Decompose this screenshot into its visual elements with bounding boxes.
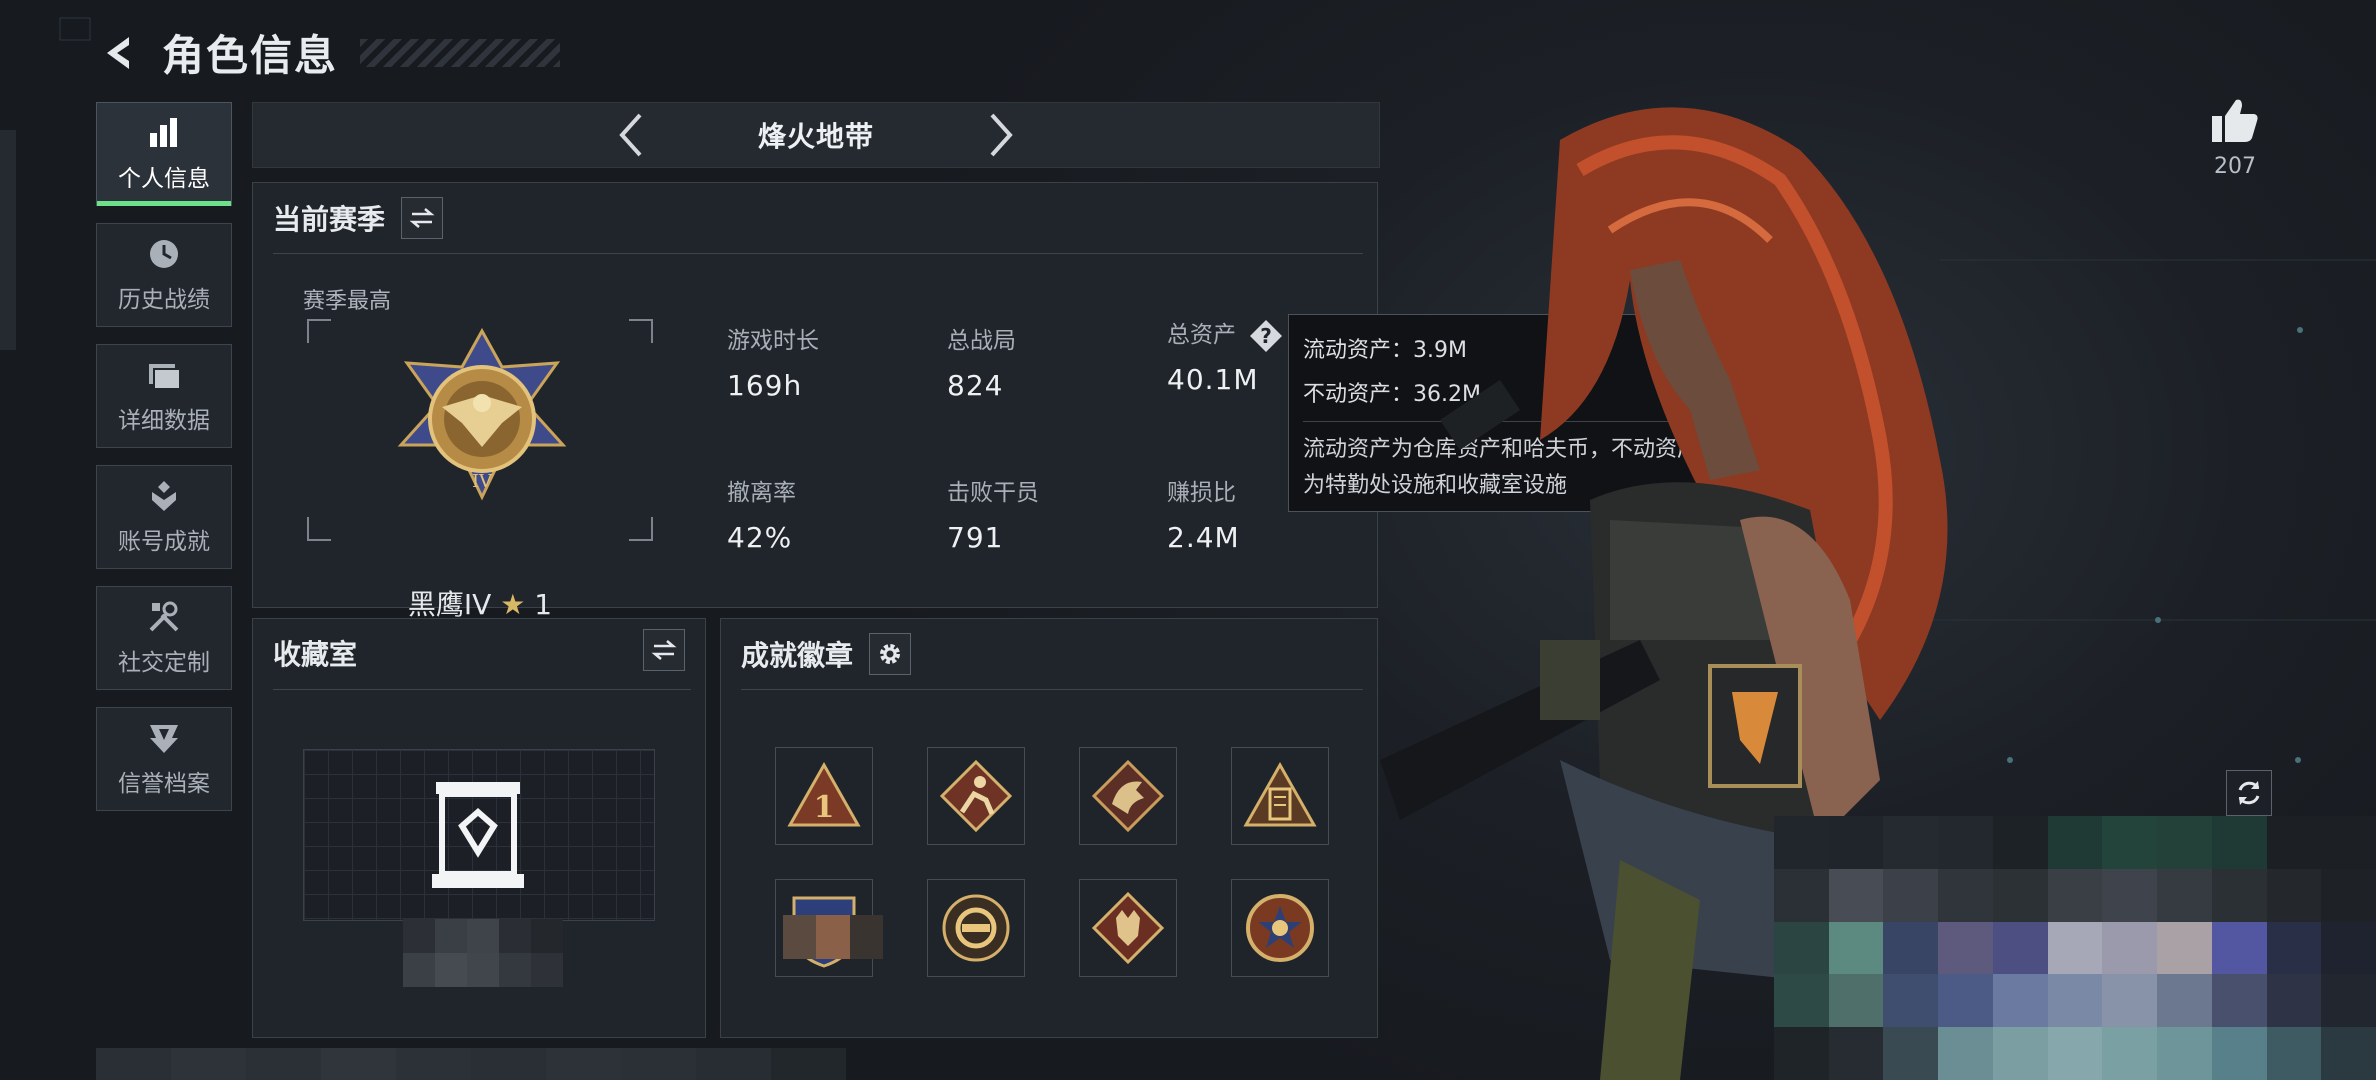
sidebar-item-detailed-data[interactable]: 详细数据: [96, 344, 232, 448]
like-count: 207: [2214, 154, 2256, 179]
season-panel: 当前赛季 赛季最高 IV 黑鹰IV ★ 1 5008 游戏时长169h: [252, 182, 1378, 651]
badge-circle-emblem-icon: [942, 894, 1010, 962]
season-best-label: 赛季最高: [303, 289, 392, 314]
achievement-badge[interactable]: [927, 879, 1025, 977]
badge-tower-icon: [1243, 761, 1317, 827]
stat-extraction-rate: 撤离率 42%: [727, 480, 796, 554]
achievement-badge[interactable]: [1079, 747, 1177, 845]
divider: [741, 689, 1363, 690]
swap-icon: [651, 640, 677, 660]
rank-tier-numeral: IV: [472, 471, 493, 492]
mode-prev-button[interactable]: [607, 111, 655, 159]
blurred-area: [96, 1048, 846, 1080]
svg-text:?: ?: [1261, 324, 1273, 348]
chevron-left-icon: [619, 113, 642, 157]
sidebar-item-social-custom[interactable]: 社交定制: [96, 586, 232, 690]
mode-name: 烽火地带: [757, 120, 874, 153]
sidebar-item-label: 历史战绩: [118, 287, 210, 313]
achievement-badge[interactable]: [1079, 879, 1177, 977]
sidebar-item-achievements[interactable]: 账号成就: [96, 465, 232, 569]
sidebar-item-label: 信誉档案: [118, 771, 210, 797]
achievement-badge[interactable]: [1231, 879, 1329, 977]
badge-wolf-icon: [1091, 891, 1165, 965]
rank-emblem-icon: IV: [397, 327, 567, 501]
display-case-icon: [432, 782, 524, 888]
stat-operators-defeated: 击败干员 791: [947, 480, 1039, 554]
like-button[interactable]: 207: [2200, 96, 2270, 179]
achievement-badge[interactable]: [927, 747, 1025, 845]
achievements-settings-button[interactable]: [869, 633, 912, 675]
title-decoration: [360, 38, 561, 67]
achievements-panel: 成就徽章 1: [720, 618, 1378, 1038]
back-arrow-icon: [107, 36, 129, 69]
back-button[interactable]: [96, 28, 146, 78]
divider: [273, 253, 1363, 254]
collection-display[interactable]: [303, 749, 655, 921]
refresh-button[interactable]: [2226, 770, 2272, 816]
help-icon[interactable]: ?: [1249, 319, 1283, 353]
page-title: 角色信息: [162, 31, 339, 80]
badge-dragon-icon: [1091, 759, 1165, 833]
crest-icon: [150, 725, 178, 753]
rank-name: 黑鹰IV ★ 1: [407, 588, 553, 621]
badge-runner-icon: [939, 759, 1013, 833]
medal-icon: [152, 481, 176, 511]
rank-card: IV 黑鹰IV ★ 1 5008: [307, 319, 653, 651]
badge-star-seal-icon: [1246, 894, 1314, 962]
collection-title: 收藏室: [273, 638, 358, 671]
sidebar-item-label: 详细数据: [118, 408, 210, 434]
folder-icon: [149, 364, 181, 390]
achievement-badge[interactable]: [1231, 747, 1329, 845]
gear-icon: [880, 644, 901, 664]
star-icon: ★: [500, 588, 526, 621]
sidebar-item-label: 社交定制: [118, 650, 210, 676]
svg-text:1: 1: [814, 790, 835, 825]
header: 角色信息: [96, 22, 561, 83]
sidebar: 个人信息 历史战绩 详细数据 账号成就 社交定制 信誉档案: [96, 102, 234, 828]
bar-chart-icon: [150, 118, 177, 147]
sidebar-item-reputation[interactable]: 信誉档案: [96, 707, 232, 811]
tools-icon: [149, 601, 179, 632]
stat-profit-loss-ratio: 赚损比 2.4M: [1167, 480, 1240, 554]
sidebar-item-label: 个人信息: [118, 166, 210, 192]
collection-switch-button[interactable]: [643, 629, 685, 671]
clock-history-icon: [150, 240, 178, 268]
thumbs-up-icon: [2212, 99, 2258, 142]
collection-panel: 收藏室: [252, 618, 706, 1038]
mode-next-button[interactable]: [977, 111, 1025, 159]
sidebar-item-label: 账号成就: [118, 529, 210, 555]
stat-play-time: 游戏时长 169h: [727, 328, 819, 402]
sidebar-item-personal-info[interactable]: 个人信息: [96, 102, 232, 206]
swap-icon: [409, 208, 435, 228]
divider: [273, 689, 691, 690]
blurred-area: [783, 915, 883, 959]
season-title: 当前赛季: [273, 203, 386, 236]
stat-total-assets: 总资产 ? 40.1M: [1167, 315, 1283, 396]
badge-number-one-icon: 1: [787, 761, 861, 827]
stat-total-matches: 总战局 824: [947, 328, 1016, 402]
achievement-badge[interactable]: 1: [775, 747, 873, 845]
blurred-area: [403, 919, 563, 987]
sidebar-item-history[interactable]: 历史战绩: [96, 223, 232, 327]
blurred-area: [1774, 816, 2376, 1080]
chevron-right-icon: [990, 113, 1013, 157]
achievements-title: 成就徽章: [741, 639, 854, 672]
season-switch-button[interactable]: [401, 197, 444, 239]
refresh-icon: [2238, 781, 2260, 805]
mode-selector: 烽火地带: [252, 102, 1380, 168]
